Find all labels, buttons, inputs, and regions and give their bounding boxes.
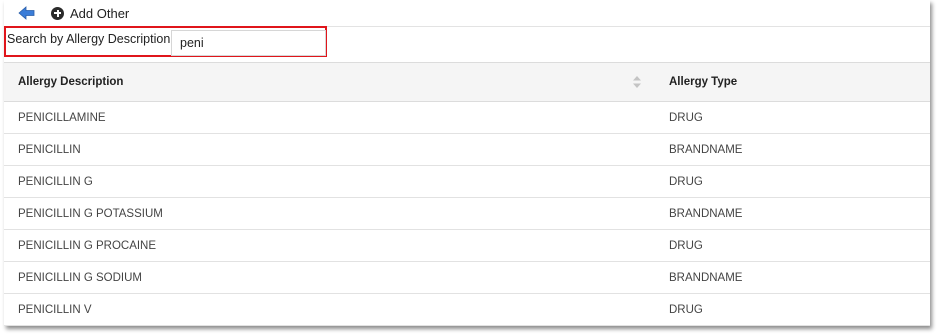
search-input[interactable] [171, 30, 326, 56]
column-header-allergy-description[interactable]: Allergy Description [4, 62, 655, 102]
allergy-description-cell: PENICILLIN G SODIUM [4, 261, 655, 294]
table-row[interactable]: PENICILLIN G SODIUM BRANDNAME [4, 261, 930, 294]
allergy-table: Allergy Description Allergy Type PENICIL… [4, 62, 930, 326]
toolbar: Add Other [4, 0, 930, 27]
allergy-description-cell: PENICILLIN V [4, 293, 655, 326]
table-row[interactable]: PENICILLAMINE DRUG [4, 101, 930, 134]
table-row[interactable]: PENICILLIN G POTASSIUM BRANDNAME [4, 197, 930, 230]
search-area: Search by Allergy Description [4, 26, 930, 62]
allergy-type-cell: DRUG [655, 165, 930, 198]
table-header-row: Allergy Description Allergy Type [4, 62, 930, 102]
table-row[interactable]: PENICILLIN G DRUG [4, 165, 930, 198]
table-row[interactable]: PENICILLIN V DRUG [4, 293, 930, 326]
search-label: Search by Allergy Description [7, 32, 171, 46]
add-other-label: Add Other [70, 5, 130, 21]
column-header-label: Allergy Description [18, 76, 124, 88]
plus-circle-icon [51, 6, 64, 20]
allergy-search-panel: Add Other Search by Allergy Description … [4, 0, 930, 326]
table-row[interactable]: PENICILLIN BRANDNAME [4, 133, 930, 166]
add-other-button[interactable]: Add Other [51, 5, 129, 21]
column-header-allergy-type[interactable]: Allergy Type [655, 62, 930, 102]
back-arrow-icon[interactable] [18, 6, 36, 20]
sort-icon[interactable] [633, 76, 641, 88]
allergy-type-cell: BRANDNAME [655, 133, 930, 166]
table-row[interactable]: PENICILLIN G PROCAINE DRUG [4, 229, 930, 262]
allergy-description-cell: PENICILLIN G PROCAINE [4, 229, 655, 262]
allergy-description-cell: PENICILLIN [4, 133, 655, 166]
allergy-type-cell: DRUG [655, 229, 930, 262]
allergy-type-cell: BRANDNAME [655, 261, 930, 294]
column-header-label: Allergy Type [669, 76, 738, 88]
allergy-description-cell: PENICILLIN G [4, 165, 655, 198]
allergy-description-cell: PENICILLAMINE [4, 101, 655, 134]
allergy-description-cell: PENICILLIN G POTASSIUM [4, 197, 655, 230]
allergy-type-cell: DRUG [655, 101, 930, 134]
allergy-type-cell: DRUG [655, 293, 930, 326]
allergy-type-cell: BRANDNAME [655, 197, 930, 230]
